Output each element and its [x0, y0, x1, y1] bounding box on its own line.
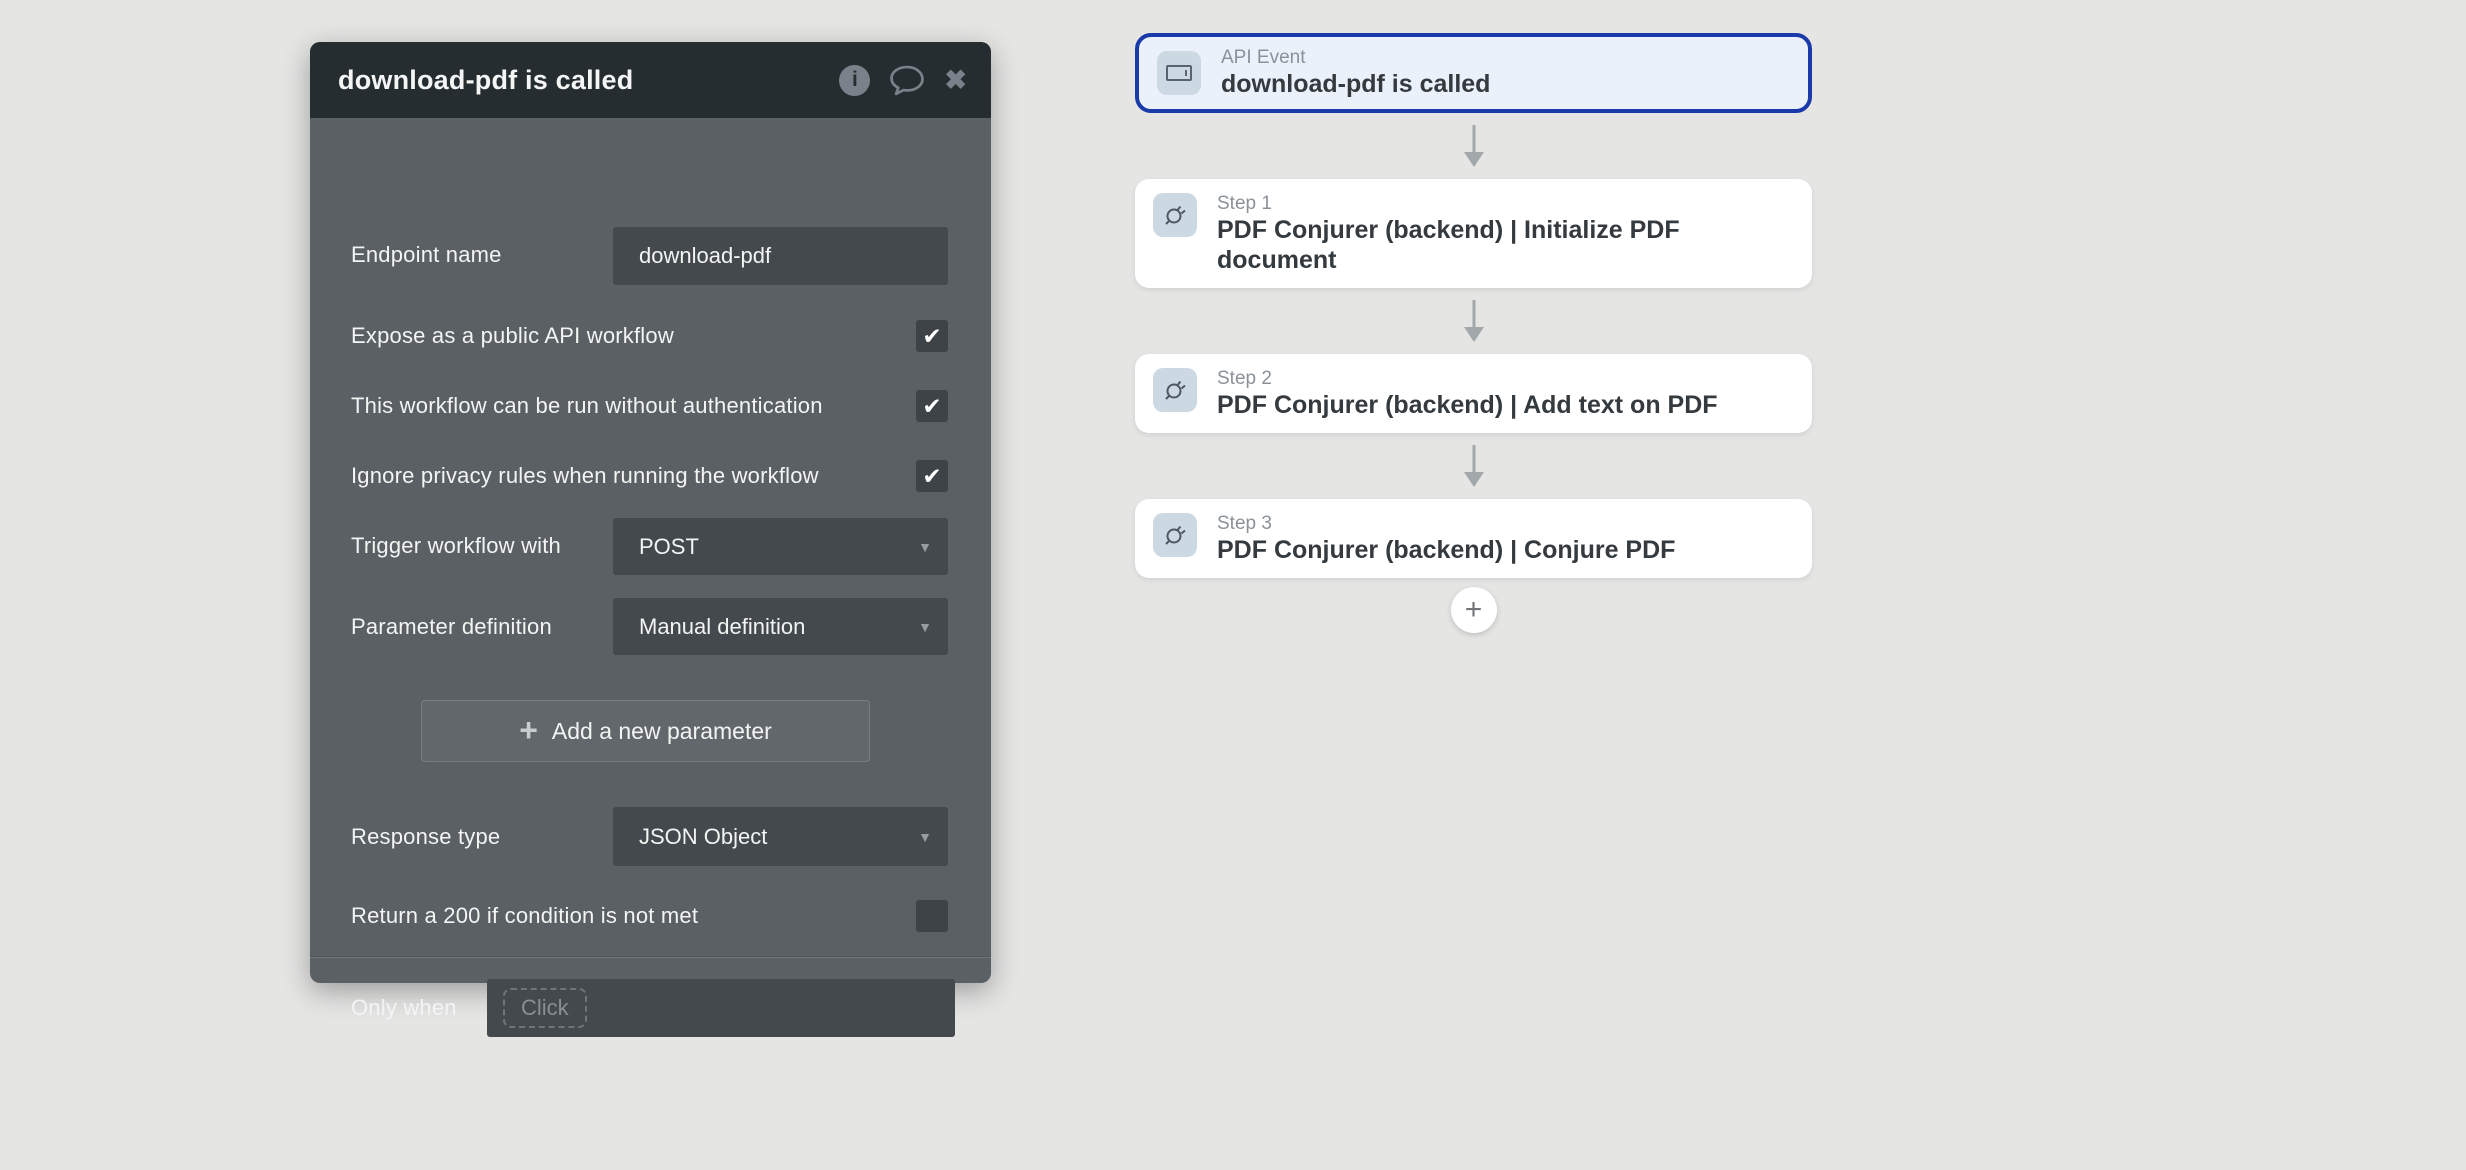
arrow-down-icon: [1463, 125, 1484, 167]
return-200-row: Return a 200 if condition is not met: [351, 900, 948, 932]
only-when-label: Only when: [351, 995, 457, 1020]
plugin-icon: [1153, 193, 1197, 237]
add-step-button[interactable]: +: [1450, 587, 1497, 633]
step-2-label: Step 2: [1217, 368, 1272, 389]
no-auth-row: This workflow can be run without authent…: [351, 390, 948, 422]
plugin-icon: [1153, 513, 1197, 557]
parameter-definition-label: Parameter definition: [351, 614, 552, 639]
panel-body: Endpoint name Expose as a public API wor…: [310, 118, 991, 1037]
arrow-down-icon: [1463, 445, 1484, 487]
workflow-diagram: API Event download-pdf is called Step 1 …: [1135, 33, 1812, 633]
parameter-definition-value: Manual definition: [639, 613, 806, 639]
event-properties-panel: download-pdf is called i ✖ Endpoint name…: [310, 42, 991, 1037]
chevron-down-icon: ▼: [918, 828, 932, 845]
response-type-dropdown[interactable]: JSON Object ▼: [613, 807, 948, 866]
api-event-node[interactable]: API Event download-pdf is called: [1135, 33, 1812, 113]
response-type-value: JSON Object: [639, 823, 768, 849]
step-2-title: PDF Conjurer (backend) | Add text on PDF: [1217, 391, 1718, 419]
panel-title: download-pdf is called: [338, 64, 634, 95]
flow-arrow: [1461, 113, 1487, 179]
step-1-title: PDF Conjurer (backend) | Initialize PDF …: [1217, 216, 1680, 274]
response-type-label: Response type: [351, 824, 501, 849]
flow-arrow: [1461, 433, 1487, 499]
trigger-label: Trigger workflow with: [351, 533, 561, 558]
expose-label: Expose as a public API workflow: [351, 323, 674, 348]
flow-arrow: [1461, 288, 1487, 354]
return-200-checkbox[interactable]: [916, 900, 948, 932]
step-1-card[interactable]: Step 1 PDF Conjurer (backend) | Initiali…: [1135, 179, 1812, 288]
only-when-field[interactable]: Click: [487, 979, 955, 1037]
chevron-down-icon: ▼: [918, 538, 932, 555]
endpoint-name-label: Endpoint name: [351, 242, 502, 267]
only-when-click-button[interactable]: Click: [503, 988, 587, 1028]
endpoint-name-input[interactable]: [613, 227, 948, 285]
ignore-privacy-label: Ignore privacy rules when running the wo…: [351, 463, 819, 488]
step-3-card[interactable]: Step 3 PDF Conjurer (backend) | Conjure …: [1135, 499, 1812, 578]
step-3-label: Step 3: [1217, 513, 1272, 534]
panel-header-icons: i ✖: [839, 64, 967, 97]
step-3-title: PDF Conjurer (backend) | Conjure PDF: [1217, 536, 1676, 564]
expose-row: Expose as a public API workflow ✔: [351, 320, 948, 352]
comment-icon[interactable]: [888, 64, 926, 97]
plugin-icon: [1153, 368, 1197, 412]
expose-checkbox[interactable]: ✔: [916, 320, 948, 352]
step-2-card[interactable]: Step 2 PDF Conjurer (backend) | Add text…: [1135, 354, 1812, 433]
add-parameter-label: Add a new parameter: [551, 717, 772, 744]
info-icon[interactable]: i: [839, 64, 871, 96]
trigger-method-dropdown[interactable]: POST ▼: [613, 518, 948, 575]
ignore-privacy-row: Ignore privacy rules when running the wo…: [351, 460, 948, 492]
workflow-editor-canvas: download-pdf is called i ✖ Endpoint name…: [0, 0, 2466, 1170]
panel-header[interactable]: download-pdf is called i ✖: [310, 42, 991, 118]
api-event-icon: [1157, 51, 1201, 95]
api-event-kind-label: API Event: [1221, 47, 1306, 68]
api-event-title: download-pdf is called: [1221, 70, 1491, 98]
ignore-privacy-checkbox[interactable]: ✔: [916, 460, 948, 492]
step-1-label: Step 1: [1217, 193, 1272, 214]
chevron-down-icon: ▼: [918, 618, 932, 635]
plus-icon: +: [519, 711, 538, 748]
trigger-method-value: POST: [639, 533, 699, 559]
no-auth-checkbox[interactable]: ✔: [916, 390, 948, 422]
parameter-definition-dropdown[interactable]: Manual definition ▼: [613, 598, 948, 655]
panel-divider: [310, 957, 991, 958]
no-auth-label: This workflow can be run without authent…: [351, 393, 823, 418]
close-icon[interactable]: ✖: [944, 66, 967, 94]
arrow-down-icon: [1463, 300, 1484, 342]
add-parameter-button[interactable]: + Add a new parameter: [421, 700, 870, 762]
return-200-label: Return a 200 if condition is not met: [351, 903, 699, 928]
